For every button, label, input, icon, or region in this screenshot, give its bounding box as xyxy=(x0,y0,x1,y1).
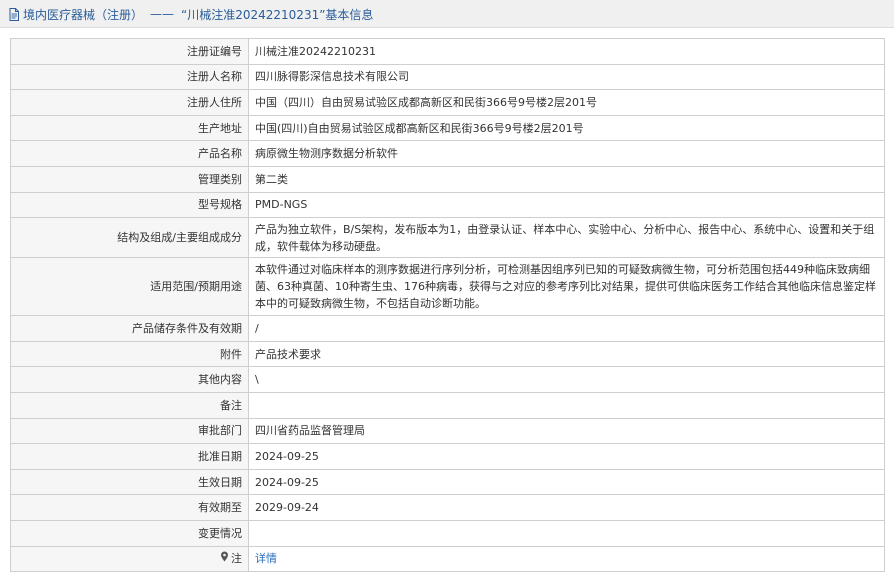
row-value: 2029-09-24 xyxy=(248,494,885,521)
row-value: 2024-09-25 xyxy=(248,443,885,470)
row-label: 变更情况 xyxy=(10,519,249,547)
row-label: 注册人住所 xyxy=(10,89,249,116)
note-value: 详情 xyxy=(248,545,885,573)
row-label: 生效日期 xyxy=(10,468,249,496)
row-label: 型号规格 xyxy=(10,191,249,219)
row-label: 审批部门 xyxy=(10,417,249,445)
row-value: 川械注准20242210231 xyxy=(248,38,885,65)
note-label-cell: 注 xyxy=(10,545,249,573)
row-value: 四川省药品监督管理局 xyxy=(248,417,885,445)
page-title: 境内医疗器械（注册） —— “川械注准20242210231”基本信息 xyxy=(8,6,373,22)
title-record: “川械注准20242210231”基本信息 xyxy=(181,7,374,22)
row-value: 病原微生物测序数据分析软件 xyxy=(248,140,885,167)
row-value: PMD-NGS xyxy=(248,191,885,219)
table-row: 有效期至 2029-09-24 xyxy=(10,494,885,521)
table-row: 结构及组成/主要组成成分 产品为独立软件，B/S架构，发布版本为1，由登录认证、… xyxy=(10,217,885,259)
row-label: 注册人名称 xyxy=(10,63,249,91)
row-label: 注册证编号 xyxy=(10,38,249,65)
row-label: 其他内容 xyxy=(10,366,249,393)
row-label: 管理类别 xyxy=(10,165,249,193)
row-value: 第二类 xyxy=(248,165,885,193)
table-row: 批准日期 2024-09-25 xyxy=(10,443,885,470)
table-row: 审批部门 四川省药品监督管理局 xyxy=(10,417,885,445)
row-value: 本软件通过对临床样本的测序数据进行序列分析，可检测基因组序列已知的可疑致病微生物… xyxy=(248,257,885,317)
table-row: 管理类别 第二类 xyxy=(10,165,885,193)
row-value: 产品为独立软件，B/S架构，发布版本为1，由登录认证、样本中心、实验中心、分析中… xyxy=(248,217,885,259)
row-label: 结构及组成/主要组成成分 xyxy=(10,217,249,259)
row-label: 适用范围/预期用途 xyxy=(10,257,249,317)
info-table: 注册证编号 川械注准20242210231 注册人名称 四川脉得影深信息技术有限… xyxy=(10,38,885,573)
row-label: 备注 xyxy=(10,391,249,419)
row-label: 有效期至 xyxy=(10,494,249,521)
row-value: / xyxy=(248,315,885,342)
row-value xyxy=(248,391,885,419)
table-row: 注册人住所 中国（四川）自由贸易试验区成都高新区和民街366号9号楼2层201号 xyxy=(10,89,885,116)
row-value: 产品技术要求 xyxy=(248,340,885,368)
document-icon xyxy=(8,7,20,21)
table-row: 产品名称 病原微生物测序数据分析软件 xyxy=(10,140,885,167)
table-row: 变更情况 xyxy=(10,519,885,547)
row-value: 中国（四川）自由贸易试验区成都高新区和民街366号9号楼2层201号 xyxy=(248,89,885,116)
row-label: 产品名称 xyxy=(10,140,249,167)
table-row: 生产地址 中国(四川)自由贸易试验区成都高新区和民街366号9号楼2层201号 xyxy=(10,114,885,142)
row-value: 四川脉得影深信息技术有限公司 xyxy=(248,63,885,91)
row-label: 产品储存条件及有效期 xyxy=(10,315,249,342)
table-row: 其他内容 \ xyxy=(10,366,885,393)
detail-link[interactable]: 详情 xyxy=(255,552,277,565)
table-row: 注册人名称 四川脉得影深信息技术有限公司 xyxy=(10,63,885,91)
note-label: 注 xyxy=(220,550,242,567)
table-row: 适用范围/预期用途 本软件通过对临床样本的测序数据进行序列分析，可检测基因组序列… xyxy=(10,257,885,317)
row-value: 2024-09-25 xyxy=(248,468,885,496)
table-row: 附件 产品技术要求 xyxy=(10,340,885,368)
table-row: 备注 xyxy=(10,391,885,419)
table-row: 生效日期 2024-09-25 xyxy=(10,468,885,496)
title-separator: —— xyxy=(150,7,175,21)
table-row: 注册证编号 川械注准20242210231 xyxy=(10,38,885,65)
table-row: 型号规格 PMD-NGS xyxy=(10,191,885,219)
title-bar: 境内医疗器械（注册） —— “川械注准20242210231”基本信息 xyxy=(0,0,894,28)
row-label: 批准日期 xyxy=(10,443,249,470)
note-row: 注 详情 xyxy=(10,545,885,573)
pin-icon xyxy=(220,550,229,567)
title-category: 境内医疗器械（注册） xyxy=(23,7,144,22)
note-label-text: 注 xyxy=(231,552,242,566)
row-value xyxy=(248,519,885,547)
row-label: 附件 xyxy=(10,340,249,368)
row-label: 生产地址 xyxy=(10,114,249,142)
table-row: 产品储存条件及有效期 / xyxy=(10,315,885,342)
row-value: 中国(四川)自由贸易试验区成都高新区和民街366号9号楼2层201号 xyxy=(248,114,885,142)
row-value: \ xyxy=(248,366,885,393)
